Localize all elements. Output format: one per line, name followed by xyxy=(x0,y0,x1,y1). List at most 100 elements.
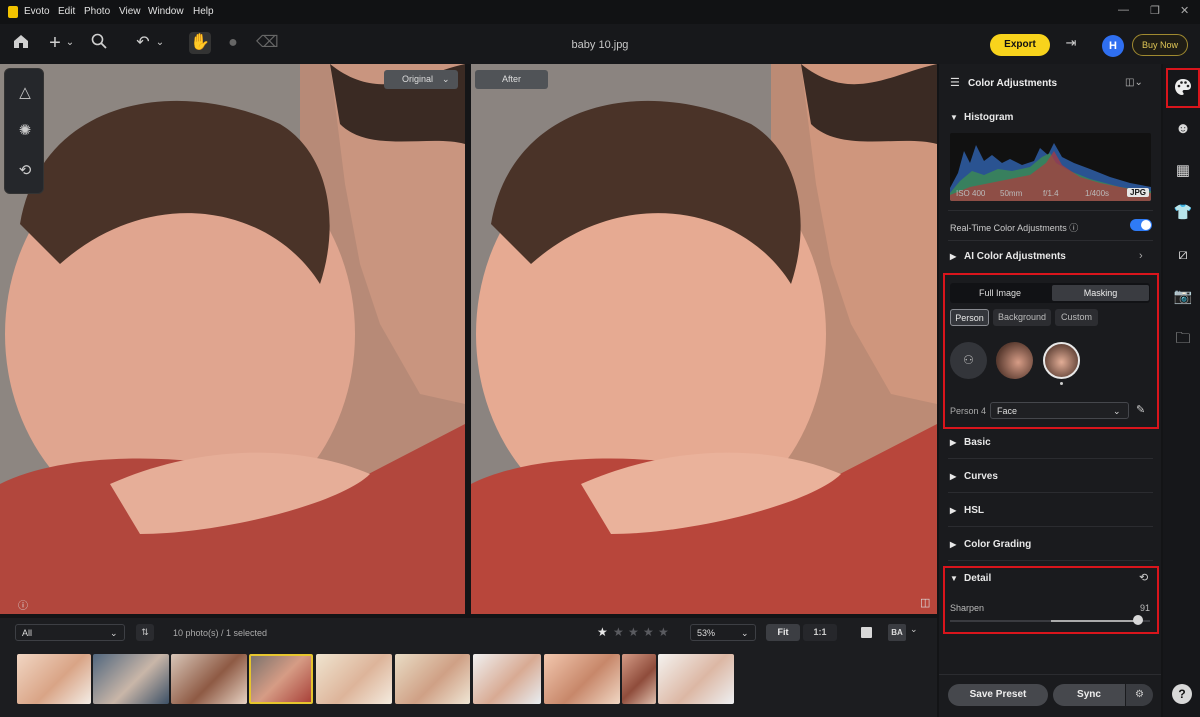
camera-icon[interactable]: 📷 xyxy=(1172,286,1194,308)
basic-section[interactable]: ▶ Basic xyxy=(950,437,991,448)
hsl-section[interactable]: ▶ HSL xyxy=(950,505,984,516)
file-name: baby 10.jpg xyxy=(571,39,629,51)
folder-icon[interactable]: 🗀 xyxy=(1172,328,1194,350)
divider xyxy=(948,240,1153,241)
sharpen-slider-handle[interactable] xyxy=(1133,615,1143,625)
help-icon[interactable]: ⓘ xyxy=(1069,223,1078,233)
sliders-icon: ☰ xyxy=(950,77,960,89)
thumbnail-7[interactable] xyxy=(473,654,541,704)
detail-section[interactable]: ▼ Detail xyxy=(950,573,991,584)
thumbnail-1[interactable] xyxy=(17,654,91,704)
export-button[interactable]: Export xyxy=(990,34,1050,56)
undo-icon[interactable]: ↶ xyxy=(132,32,154,54)
menu-photo[interactable]: Photo xyxy=(84,6,110,17)
single-view-icon[interactable] xyxy=(861,627,872,638)
realtime-label-text: Real-Time Color Adjustments xyxy=(950,223,1067,233)
save-preset-button[interactable]: Save Preset xyxy=(948,684,1048,706)
realtime-toggle[interactable] xyxy=(1130,219,1152,231)
sort-icon[interactable]: ⇅ xyxy=(136,624,154,641)
full-image-tab[interactable]: Full Image xyxy=(950,283,1050,303)
rating-star-3[interactable]: ★ xyxy=(628,625,639,639)
caret-right-icon: ▶ xyxy=(950,438,957,447)
thumbnail-5[interactable] xyxy=(316,654,392,704)
one-to-one-button[interactable]: 1:1 xyxy=(803,624,837,641)
divider xyxy=(948,492,1153,493)
original-image[interactable] xyxy=(0,64,465,614)
split-view-icon[interactable]: ◫ xyxy=(920,596,930,609)
person-face-1[interactable] xyxy=(996,342,1033,379)
edit-mask-icon[interactable]: ✎ xyxy=(1136,403,1145,416)
chip-background[interactable]: Background xyxy=(993,309,1051,326)
color-grading-section[interactable]: ▶ Color Grading xyxy=(950,539,1031,550)
sharpen-value: 91 xyxy=(1140,603,1151,613)
zoom-dropdown[interactable]: 53% ⌄ xyxy=(690,624,756,641)
avatar[interactable]: H xyxy=(1102,35,1124,57)
thumbnail-9[interactable] xyxy=(622,654,656,704)
restore-icon[interactable]: ❐ xyxy=(1150,4,1160,17)
thumbnail-3[interactable] xyxy=(171,654,247,704)
minimize-icon[interactable]: — xyxy=(1118,4,1129,16)
filter-dropdown[interactable]: All ⌄ xyxy=(15,624,125,641)
add-chevron-down-icon[interactable]: ⌄ xyxy=(63,32,77,54)
rating-star-1[interactable]: ★ xyxy=(597,625,608,639)
menu-window[interactable]: Window xyxy=(148,6,184,17)
sync-button[interactable]: Sync xyxy=(1053,684,1125,706)
triangle-tool-icon[interactable]: △ xyxy=(13,81,37,105)
undo-chevron-down-icon[interactable]: ⌄ xyxy=(153,32,167,54)
search-icon[interactable] xyxy=(88,32,110,54)
rating-star-2[interactable]: ★ xyxy=(613,625,624,639)
history-icon[interactable]: ⟲ xyxy=(13,159,37,183)
clothing-icon[interactable]: 👕 xyxy=(1172,202,1194,224)
menu-edit[interactable]: Edit xyxy=(58,6,75,17)
compare-original-dropdown[interactable]: Original ⌄ xyxy=(384,70,458,89)
eraser-tool-icon[interactable]: ⌫ xyxy=(256,32,279,54)
rating-star-5[interactable]: ★ xyxy=(658,625,669,639)
curves-section[interactable]: ▶ Curves xyxy=(950,471,998,482)
menu-app[interactable]: Evoto xyxy=(24,6,50,17)
info-icon[interactable]: ⓘ xyxy=(18,597,28,612)
filter-value: All xyxy=(22,628,33,638)
hand-tool-icon[interactable]: ✋ xyxy=(189,32,211,54)
panel-layout-icon[interactable]: ◫⌄ xyxy=(1125,77,1143,88)
thumbnail-10[interactable] xyxy=(658,654,734,704)
reset-icon[interactable]: ⟲ xyxy=(1139,571,1148,584)
chevron-right-icon[interactable]: › xyxy=(1139,250,1143,262)
fit-button[interactable]: Fit xyxy=(766,624,800,641)
help-icon[interactable]: ? xyxy=(1172,684,1192,704)
masking-tab[interactable]: Masking xyxy=(1052,285,1149,301)
buy-now-button[interactable]: Buy Now xyxy=(1132,34,1188,56)
crop-icon[interactable]: ⧄ xyxy=(1172,244,1194,266)
view-chevron-down-icon[interactable]: ⌄ xyxy=(910,624,918,635)
thumbnail-8[interactable] xyxy=(544,654,620,704)
selected-dot xyxy=(1060,382,1063,385)
sharpen-label: Sharpen xyxy=(950,603,985,613)
chip-custom[interactable]: Custom xyxy=(1055,309,1098,326)
background-icon[interactable]: ▦ xyxy=(1172,160,1194,182)
menu-help[interactable]: Help xyxy=(193,6,214,17)
ai-color-adjustments-row[interactable]: ▶ AI Color Adjustments xyxy=(950,251,1066,262)
face-retouch-icon[interactable]: ☻ xyxy=(1172,118,1194,140)
thumbnail-2[interactable] xyxy=(93,654,169,704)
hsl-label: HSL xyxy=(964,505,984,516)
rating-star-4[interactable]: ★ xyxy=(643,625,654,639)
share-icon[interactable]: ⇥ xyxy=(1060,32,1082,54)
thumbnail-6[interactable] xyxy=(395,654,470,704)
left-tool-strip: △ ✺ ⟲ xyxy=(4,68,44,194)
thumbnail-4-selected[interactable] xyxy=(249,654,313,704)
after-image[interactable] xyxy=(471,64,937,614)
before-after-view-icon[interactable]: BA xyxy=(888,624,906,641)
region-dropdown[interactable]: Face ⌄ xyxy=(990,402,1129,419)
histogram-header[interactable]: ▼ Histogram xyxy=(950,112,1013,123)
menu-view[interactable]: View xyxy=(119,6,141,17)
spot-tool-icon[interactable]: ✺ xyxy=(13,119,37,143)
brush-tool-icon[interactable]: ● xyxy=(222,32,244,54)
realtime-label: Real-Time Color Adjustments ⓘ xyxy=(950,221,1078,234)
close-icon[interactable]: ✕ xyxy=(1180,4,1189,17)
all-people-icon[interactable]: ⚇ xyxy=(950,342,987,379)
sync-settings-icon[interactable]: ⚙ xyxy=(1126,684,1153,706)
chip-person[interactable]: Person xyxy=(950,309,989,326)
panel-title: Color Adjustments xyxy=(968,78,1058,89)
palette-icon[interactable] xyxy=(1172,77,1194,99)
home-icon[interactable] xyxy=(10,32,32,54)
person-face-2-selected[interactable] xyxy=(1043,342,1080,379)
